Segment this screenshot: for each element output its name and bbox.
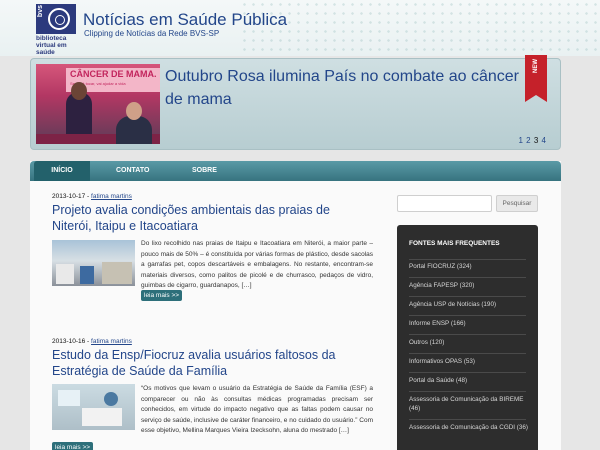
source-link[interactable]: Portal FIOCRUZ (324) [409, 262, 534, 271]
search-button[interactable]: Pesquisar [496, 195, 538, 212]
slider-page-2[interactable]: 2 [526, 136, 530, 145]
logo-line2: virtual em saúde [36, 42, 67, 56]
featured-slider: CÂNCER DE MAMA. Se você tocar, vai ajuda… [30, 55, 561, 150]
post-meta: 2013-10-17 - fatima martins [52, 193, 372, 200]
divider [409, 419, 526, 420]
featured-title[interactable]: Outubro Rosa ilumina País no combate ao … [165, 65, 525, 111]
post-author-link[interactable]: fatima martins [91, 193, 132, 200]
divider [409, 277, 526, 278]
slider-page-3[interactable]: 3 [534, 136, 538, 145]
site-title[interactable]: Notícias em Saúde Pública [83, 10, 287, 30]
post-item: 2013-10-16 - fatima martins Estudo da En… [52, 338, 373, 450]
post-thumbnail[interactable] [52, 384, 135, 430]
site-header: bvs biblioteca virtual em saúde Notícias… [0, 0, 600, 56]
logo-line1: biblioteca [36, 35, 67, 42]
bvs-logo[interactable]: bvs biblioteca virtual em saúde [36, 4, 78, 56]
thumb-shape [58, 390, 80, 406]
post-item: 2013-10-17 - fatima martins Projeto aval… [52, 193, 373, 301]
site-subtitle: Clipping de Notícias da Rede BVS-SP [84, 29, 220, 38]
nav-about[interactable]: SOBRE [192, 161, 217, 181]
header-pattern [240, 0, 600, 56]
sources-title: FONTES MAIS FREQUENTES [409, 240, 500, 247]
post-excerpt: Do lixo recolhido nas praias de Itaipu e… [141, 240, 373, 289]
source-link[interactable]: Agência USP de Notícias (190) [409, 300, 534, 309]
divider [409, 334, 526, 335]
divider [409, 391, 526, 392]
divider [409, 315, 526, 316]
nav-home[interactable]: INÍCIO [34, 161, 90, 181]
source-link[interactable]: Assessoria de Comunicação da CGDI (36) [409, 423, 534, 432]
post-title[interactable]: Projeto avalia condições ambientais das … [52, 202, 372, 234]
logo-mark-text: bvs [37, 5, 44, 18]
sources-widget: FONTES MAIS FREQUENTES Portal FIOCRUZ (3… [397, 225, 538, 450]
post-title[interactable]: Estudo da Ensp/Fiocruz avalia usuários f… [52, 347, 372, 379]
person-head [71, 82, 87, 100]
new-badge: NEW [525, 55, 547, 102]
post-date: 2013-10-16 [52, 338, 86, 345]
divider [409, 372, 526, 373]
source-link[interactable]: Agência FAPESP (320) [409, 281, 534, 290]
person-figure [116, 116, 152, 144]
thumb-shape [102, 262, 132, 284]
read-more-button[interactable]: leia mais >> [141, 290, 183, 301]
logo-text: biblioteca virtual em saúde [36, 35, 84, 56]
post-date: 2013-10-17 [52, 193, 86, 200]
slider-pagination: 1 2 3 4 [517, 136, 546, 145]
person-head [126, 102, 142, 120]
main-nav: INÍCIO CONTATO SOBRE [30, 161, 561, 181]
source-link[interactable]: Informe ENSP (166) [409, 319, 534, 328]
source-link[interactable]: Portal da Saúde (48) [409, 376, 534, 385]
content-panel: INÍCIO CONTATO SOBRE 2013-10-17 - fatima… [30, 161, 561, 450]
read-more-button[interactable]: leia mais >> [52, 442, 94, 450]
slider-page-1[interactable]: 1 [518, 136, 522, 145]
logo-mark: bvs [36, 4, 76, 34]
divider [409, 259, 526, 260]
post-meta: 2013-10-16 - fatima martins [52, 338, 372, 345]
post-thumbnail[interactable] [52, 240, 135, 286]
new-badge-label: NEW [533, 59, 539, 73]
post-author-link[interactable]: fatima martins [91, 338, 132, 345]
logo-ring-icon [48, 8, 70, 30]
nav-contact[interactable]: CONTATO [116, 161, 149, 181]
thumb-shape [80, 266, 94, 284]
search-input[interactable] [397, 195, 492, 212]
thumb-shape [104, 392, 118, 406]
featured-image[interactable]: CÂNCER DE MAMA. Se você tocar, vai ajuda… [36, 64, 160, 144]
divider [409, 296, 526, 297]
image-banner-text: CÂNCER DE MAMA. [70, 69, 157, 79]
source-link[interactable]: Assessoria de Comunicação da BIREME (46) [409, 395, 534, 413]
thumb-shape [82, 408, 122, 426]
slider-page-4[interactable]: 4 [542, 136, 546, 145]
post-excerpt: “Os motivos que levam o usuário da Estra… [141, 385, 373, 434]
source-link[interactable]: Informativos OPAS (53) [409, 357, 534, 366]
divider [409, 353, 526, 354]
source-link[interactable]: Outros (120) [409, 338, 534, 347]
thumb-shape [56, 264, 74, 284]
